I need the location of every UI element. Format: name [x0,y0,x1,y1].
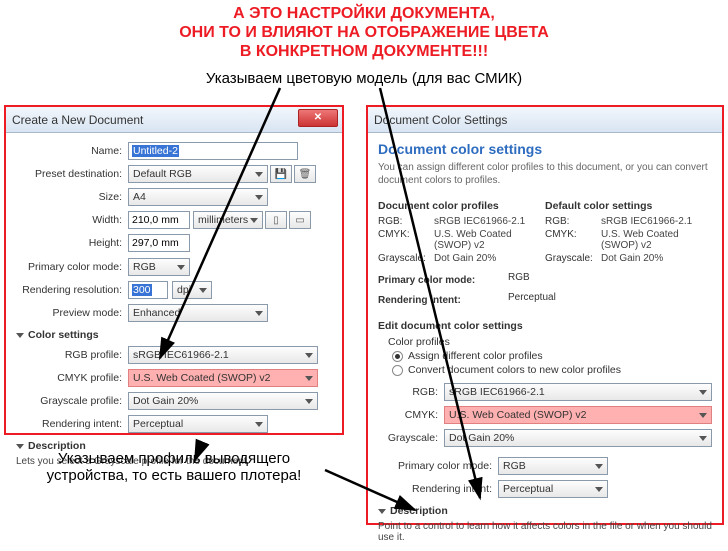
annotation-profile-line1: Указываем профиль выводящего [4,450,344,467]
preset-save-button[interactable]: 💾 [270,165,292,183]
profiles-subheader: Document color profiles [378,200,545,212]
preview-dropdown[interactable]: Enhanced [128,304,268,322]
defaults-subheader: Default color settings [545,200,712,212]
titlebar: Create a New Document ✕ [6,107,342,133]
dialog-title: Document Color Settings [374,113,507,127]
color-settings-header[interactable]: Color settings [16,329,332,341]
edit-rgb-dropdown[interactable]: sRGB IEC61966-2.1 [444,383,712,401]
def-grayscale-value: Dot Gain 20% [601,253,712,264]
resolution-label: Rendering resolution: [16,284,128,296]
grayscale-profile-label: Grayscale profile: [16,395,128,407]
preset-delete-button[interactable]: 🗑 [294,165,316,183]
edit-grayscale-label: Grayscale: [378,432,444,444]
size-label: Size: [16,191,128,203]
edit-ri-label: Rendering intent: [378,483,498,495]
annotation-color-model: Указываем цветовую модель (для вас СМИК) [0,70,728,87]
cmyk-key: CMYK: [378,229,434,251]
resolution-unit-dropdown[interactable]: dpi [172,281,212,299]
cmyk-profile-dropdown[interactable]: U.S. Web Coated (SWOP) v2 [128,369,318,387]
close-button[interactable]: ✕ [298,109,338,127]
rendering-intent-label: Rendering intent: [16,418,128,430]
color-mode-dropdown[interactable]: RGB [128,258,190,276]
edit-settings-header: Edit document color settings [378,320,712,332]
convert-profiles-radio[interactable]: Convert document colors to new color pro… [392,364,712,376]
color-profiles-label: Color profiles [388,336,712,348]
def-rgb-key: RGB: [545,216,601,227]
name-label: Name: [16,145,128,157]
height-label: Height: [16,237,128,249]
annotation-red-line1: А ЭТО НАСТРОЙКИ ДОКУМЕНТА, [0,4,728,23]
preset-dropdown[interactable]: Default RGB [128,165,268,183]
width-input[interactable]: 210,0 mm [128,211,190,229]
description-header[interactable]: Description [378,505,712,517]
def-cmyk-value: U.S. Web Coated (SWOP) v2 [601,229,712,251]
annotation-red-line3: В КОНКРЕТНОМ ДОКУМЕНТЕ!!! [0,42,728,61]
def-rgb-value: sRGB IEC61966-2.1 [601,216,712,227]
edit-pcm-label: Primary color mode: [378,460,498,472]
rgb-key: RGB: [378,216,434,227]
orientation-portrait-button[interactable]: ▯ [265,211,287,229]
rgb-profile-label: RGB profile: [16,349,128,361]
cmyk-value: U.S. Web Coated (SWOP) v2 [434,229,545,251]
resolution-input[interactable]: 300 [128,281,168,299]
name-input[interactable]: Untitled-2 [128,142,298,160]
def-cmyk-key: CMYK: [545,229,601,251]
panel-heading: Document color settings [378,141,712,157]
preset-label: Preset destination: [16,168,128,180]
edit-grayscale-dropdown[interactable]: Dot Gain 20% [444,429,712,447]
grayscale-profile-dropdown[interactable]: Dot Gain 20% [128,392,318,410]
edit-rgb-label: RGB: [378,386,444,398]
rgb-profile-dropdown[interactable]: sRGB IEC61966-2.1 [128,346,318,364]
edit-ri-dropdown[interactable]: Perceptual [498,480,608,498]
color-mode-label: Primary color mode: [16,261,128,273]
rendering-intent-value: Perceptual [508,292,556,310]
rendering-intent-label: Rendering intent: [378,295,508,306]
size-dropdown[interactable]: A4 [128,188,268,206]
grayscale-value: Dot Gain 20% [434,253,545,264]
preview-label: Preview mode: [16,307,128,319]
width-label: Width: [16,214,128,226]
panel-subtext: You can assign different color profiles … [378,161,712,187]
width-units-dropdown[interactable]: millimeters [193,211,263,229]
def-grayscale-key: Grayscale: [545,253,601,264]
rgb-value: sRGB IEC61966-2.1 [434,216,545,227]
document-color-settings-dialog: Document Color Settings Document color s… [366,105,724,525]
create-document-dialog: Create a New Document ✕ Name: Untitled-2… [4,105,344,435]
edit-pcm-dropdown[interactable]: RGB [498,457,608,475]
rendering-intent-dropdown[interactable]: Perceptual [128,415,268,433]
cmyk-profile-label: CMYK profile: [16,372,128,384]
edit-cmyk-dropdown[interactable]: U.S. Web Coated (SWOP) v2 [444,406,712,424]
height-input[interactable]: 297,0 mm [128,234,190,252]
primary-color-mode-label: Primary color mode: [378,275,508,286]
edit-cmyk-label: CMYK: [378,409,444,421]
description-text: Point to a control to learn how it affec… [378,521,712,543]
orientation-landscape-button[interactable]: ▭ [289,211,311,229]
titlebar: Document Color Settings [368,107,722,133]
grayscale-key: Grayscale: [378,253,434,264]
primary-color-mode-value: RGB [508,272,530,290]
assign-profiles-radio[interactable]: Assign different color profiles [392,350,712,362]
annotation-profile-line2: устройства, то есть вашего плотера! [4,467,344,484]
dialog-title: Create a New Document [12,113,143,127]
annotation-red-line2: ОНИ ТО И ВЛИЯЮТ НА ОТОБРАЖЕНИЕ ЦВЕТА [0,23,728,42]
